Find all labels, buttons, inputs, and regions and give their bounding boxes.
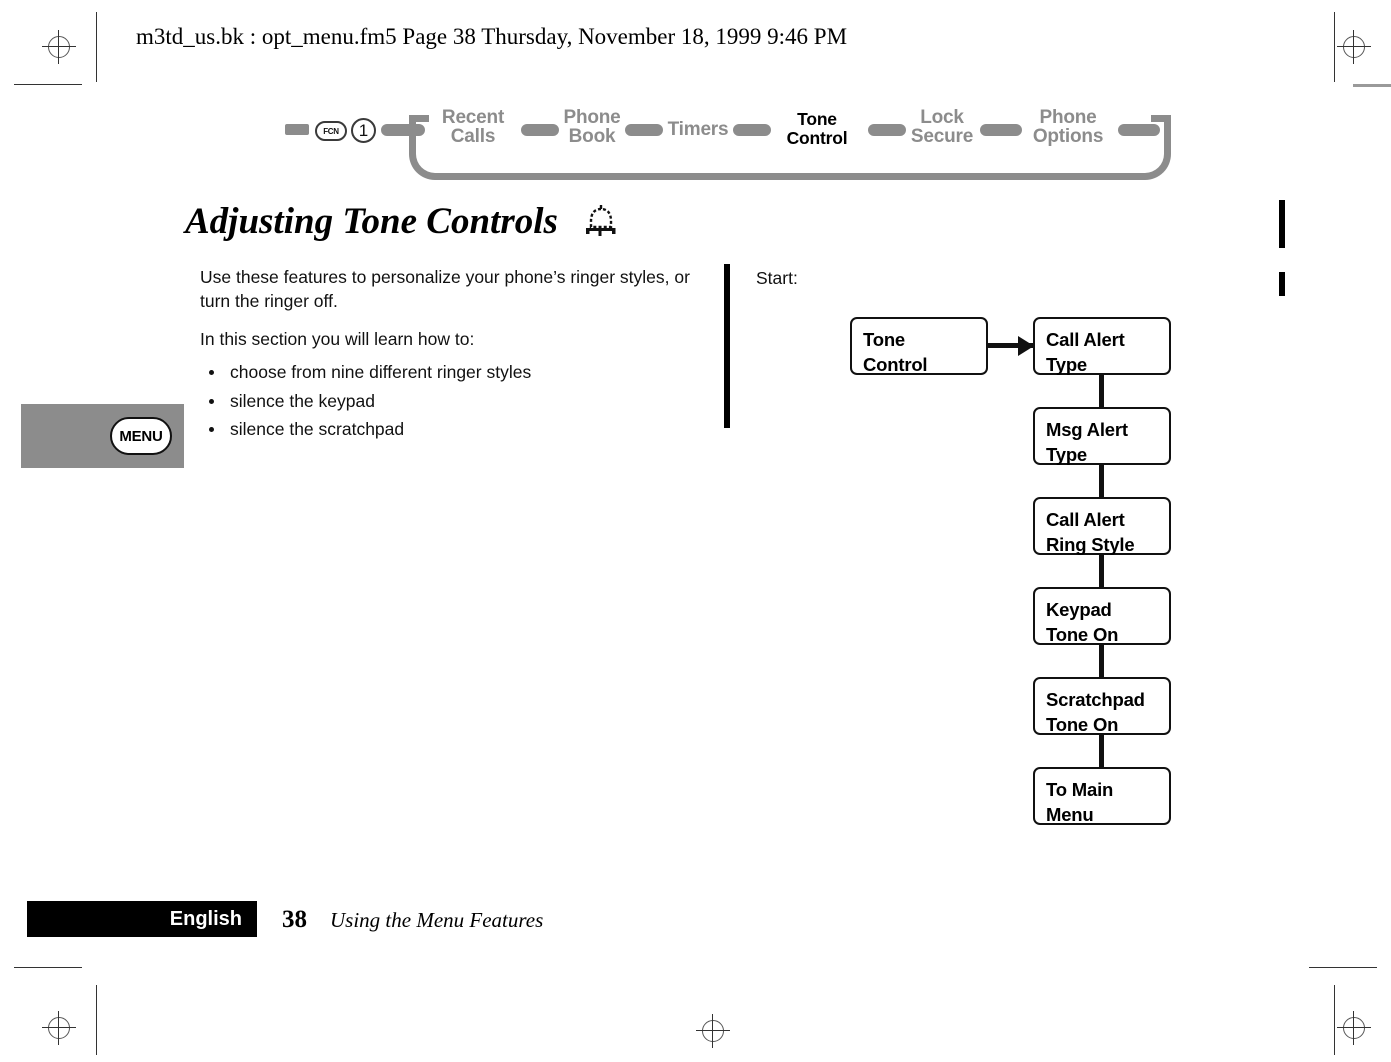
nav-item-lock-secure[interactable]: Lock Secure — [900, 108, 984, 146]
crop-rule-bottom-right — [1309, 967, 1377, 968]
bullet-icon — [209, 370, 214, 375]
nav-item-tone-control[interactable]: Tone Control — [767, 110, 867, 148]
flow-box-label: Call Alert Type — [1046, 329, 1125, 375]
nav-dash-5 — [980, 124, 1022, 136]
list-item-label: silence the scratchpad — [230, 419, 405, 439]
margin-tab-menu[interactable]: MENU — [21, 404, 184, 468]
crop-rule-top-left — [14, 84, 82, 85]
menu-navigation-strip: FCN 1 Recent Calls Phone Book Timers Ton… — [285, 100, 1185, 180]
flow-box-tone-control[interactable]: Tone Control — [850, 317, 988, 375]
list-item-label: silence the keypad — [230, 390, 375, 411]
registration-mark-top-right — [1337, 30, 1371, 64]
page-canvas: m3td_us.bk : opt_menu.fm5 Page 38 Thursd… — [0, 0, 1391, 1062]
body-column: Use these features to personalize your p… — [200, 265, 705, 444]
footer-language-bar: English — [27, 901, 257, 937]
list-item: choose from nine different ringer styles — [200, 358, 705, 387]
nav-dash-2 — [625, 124, 663, 136]
registration-mark-bottom-center — [696, 1014, 730, 1048]
column-divider-rule — [724, 264, 730, 428]
flow-box-label: Keypad Tone On — [1046, 599, 1119, 645]
flow-arrow-head-icon — [1018, 335, 1034, 356]
running-head: m3td_us.bk : opt_menu.fm5 Page 38 Thursd… — [136, 24, 848, 49]
list-item-label: choose from nine different ringer styles — [230, 362, 532, 382]
intro-paragraph: Use these features to personalize your p… — [200, 267, 690, 311]
nav-dash-6 — [1118, 124, 1160, 136]
footer-page-number: 38 — [282, 906, 307, 933]
crop-rule-right-bottom — [1334, 985, 1335, 1055]
crop-rule-left-bottom — [96, 985, 97, 1055]
flow-box-label: Scratchpad Tone On — [1046, 689, 1145, 735]
list-item: silence the scratchpad — [200, 415, 705, 444]
crop-rule-bottom-left — [14, 967, 82, 968]
flow-box-label: Call Alert Ring Style — [1046, 509, 1135, 555]
flow-box-label: Msg Alert Type — [1046, 419, 1128, 465]
registration-mark-bottom-right — [1337, 1011, 1371, 1045]
flow-box-keypad-tone-on[interactable]: Keypad Tone On — [1033, 587, 1171, 645]
bullet-icon — [209, 398, 214, 404]
nav-dash-3 — [733, 124, 771, 136]
crop-rule-left-top — [96, 12, 97, 82]
flow-box-msg-alert-type[interactable]: Msg Alert Type — [1033, 407, 1171, 465]
nav-item-timers[interactable]: Timers — [661, 120, 735, 139]
registration-mark-top-left — [42, 30, 76, 64]
bullet-icon — [209, 427, 214, 432]
crop-rule-right-top — [1334, 12, 1335, 82]
flow-box-scratchpad-tone-on[interactable]: Scratchpad Tone On — [1033, 677, 1171, 735]
fcn-key-icon: FCN — [315, 121, 347, 141]
flow-box-label: To Main Menu — [1046, 779, 1114, 825]
nav-dash-0 — [381, 124, 425, 136]
nav-item-phone-options[interactable]: Phone Options — [1022, 108, 1114, 146]
flow-start-label: Start: — [756, 268, 798, 288]
footer-section-title: Using the Menu Features — [330, 908, 544, 932]
nav-item-phone-book[interactable]: Phone Book — [553, 108, 631, 146]
flow-box-call-alert-ring-style[interactable]: Call Alert Ring Style — [1033, 497, 1171, 555]
menu-flowchart: Start: Tone Control Call Alert Type Msg … — [750, 265, 1190, 835]
change-bar-lower — [1279, 272, 1285, 296]
flow-box-label: Tone Control — [863, 329, 928, 375]
footer-language-label: English — [169, 907, 242, 930]
list-item: silence the keypad — [200, 387, 705, 416]
flow-box-call-alert-type[interactable]: Call Alert Type — [1033, 317, 1171, 375]
feature-list: choose from nine different ringer styles… — [200, 358, 705, 444]
nav-leader-dash — [285, 124, 309, 135]
page-title: Adjusting Tone Controls — [185, 201, 558, 242]
crop-rule-top-right — [1353, 84, 1391, 87]
menu-key-label: MENU — [110, 417, 172, 455]
bell-icon — [580, 202, 622, 240]
flow-box-to-main-menu[interactable]: To Main Menu — [1033, 767, 1171, 825]
nav-item-recent-calls[interactable]: Recent Calls — [433, 108, 513, 146]
change-bar-upper — [1279, 200, 1285, 248]
number-one-key-icon: 1 — [351, 118, 376, 143]
lead-in-paragraph: In this section you will learn how to: — [200, 329, 475, 349]
registration-mark-bottom-left — [42, 1011, 76, 1045]
